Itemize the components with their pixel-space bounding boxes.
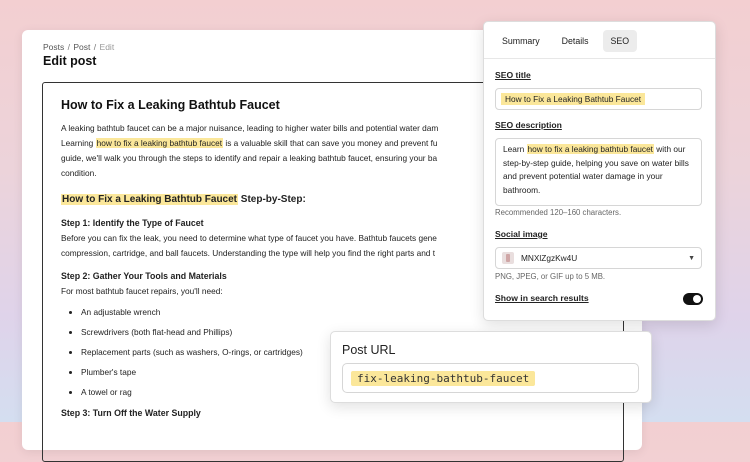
tab-details[interactable]: Details: [554, 30, 597, 52]
tab-summary[interactable]: Summary: [494, 30, 548, 52]
keyword-highlight: how to fix a leaking bathtub faucet: [526, 144, 654, 154]
post-url-value: fix-leaking-bathtub-faucet: [351, 370, 536, 386]
social-image-helper: PNG, JPEG, or GIF up to 5 MB.: [495, 272, 606, 281]
seo-title-value: How to Fix a Leaking Bathtub Faucet: [501, 93, 646, 105]
seo-panel: Summary Details SEO SEO title How to Fix…: [483, 21, 716, 321]
breadcrumb-separator: /: [93, 42, 97, 52]
breadcrumb-post[interactable]: Post: [73, 42, 90, 52]
post-url-label: Post URL: [342, 343, 396, 357]
image-thumbnail-icon: [502, 252, 514, 264]
seo-title-input[interactable]: How to Fix a Leaking Bathtub Faucet: [495, 88, 702, 110]
seo-description-label: SEO description: [495, 120, 562, 130]
breadcrumb-separator: /: [67, 42, 71, 52]
keyword-highlight: How to Fix a Leaking Bathtub Faucet: [61, 194, 239, 205]
social-image-label: Social image: [495, 229, 548, 239]
post-url-input[interactable]: fix-leaking-bathtub-faucet: [342, 363, 639, 393]
panel-tabs: Summary Details SEO: [494, 30, 638, 52]
keyword-highlight: how to fix a leaking bathtub faucet: [95, 138, 224, 148]
search-results-label: Show in search results: [495, 293, 589, 303]
step-3-title: Step 3: Turn Off the Water Supply: [61, 408, 201, 418]
tab-seo[interactable]: SEO: [602, 30, 638, 52]
breadcrumb: Posts / Post / Edit: [43, 42, 114, 52]
seo-title-label: SEO title: [495, 70, 531, 80]
seo-description-helper: Recommended 120–160 characters.: [495, 208, 622, 217]
social-image-select[interactable]: MNXlZgzKw4U ▼: [495, 247, 702, 269]
search-results-toggle[interactable]: [683, 293, 703, 305]
seo-description-textarea[interactable]: Learn how to fix a leaking bathtub fauce…: [495, 138, 702, 206]
breadcrumb-posts[interactable]: Posts: [43, 42, 64, 52]
chevron-down-icon: ▼: [688, 254, 695, 262]
tab-divider: [484, 58, 715, 59]
page-title: Edit post: [43, 54, 97, 68]
post-url-panel: Post URL fix-leaking-bathtub-faucet: [330, 331, 652, 403]
breadcrumb-current: Edit: [99, 42, 115, 52]
social-image-value: MNXlZgzKw4U: [521, 253, 578, 263]
